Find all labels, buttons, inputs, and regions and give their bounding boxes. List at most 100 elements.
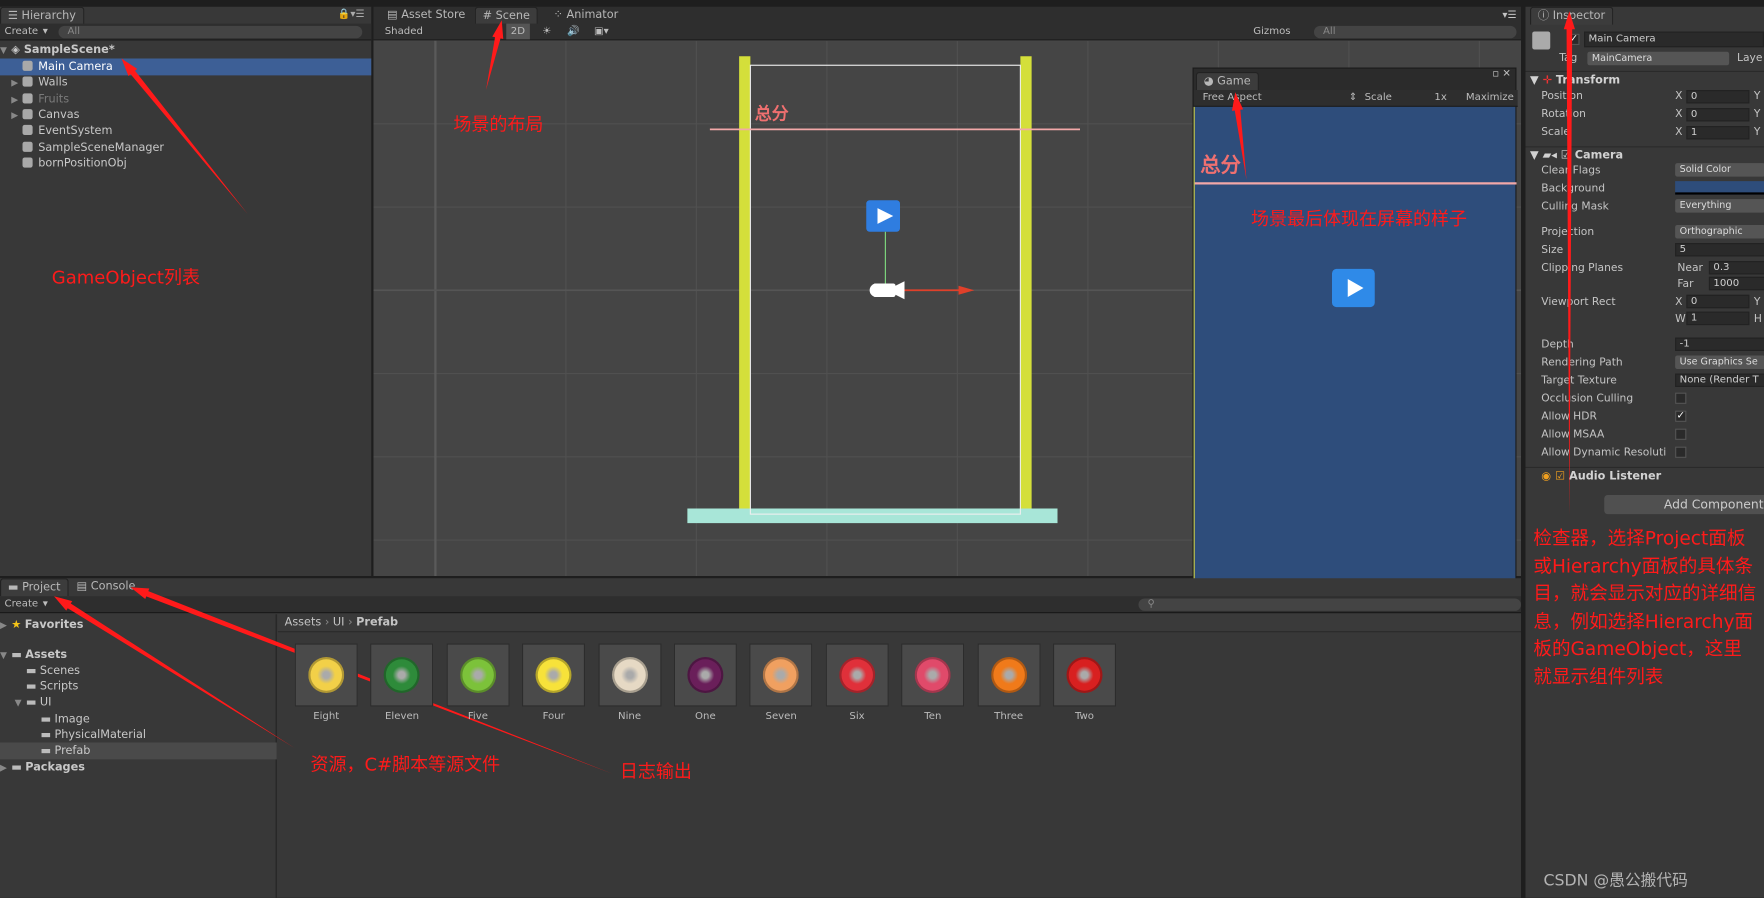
expand-arrow-icon[interactable]: ▶: [11, 107, 22, 124]
project-tree-item[interactable]: ▬ PhysicalMaterial: [0, 727, 277, 744]
project-tree-item[interactable]: ▶ ▬ Packages: [0, 759, 277, 776]
scene-search-input[interactable]: All: [1314, 25, 1517, 39]
hierarchy-item-label: EventSystem: [38, 125, 113, 138]
expand-arrow-icon[interactable]: ▶: [0, 617, 11, 634]
aspect-dropdown[interactable]: Free Aspect: [1203, 90, 1262, 106]
clear-flags-dropdown[interactable]: Solid Color: [1675, 163, 1764, 177]
prefab-asset[interactable]: Three: [977, 643, 1041, 722]
prefab-asset[interactable]: Eight: [294, 643, 358, 722]
audio-icon[interactable]: 🔊: [567, 24, 580, 40]
tag-dropdown[interactable]: MainCamera: [1587, 51, 1730, 66]
object-name-input[interactable]: Main Camera: [1584, 31, 1764, 48]
prefab-asset[interactable]: Seven: [749, 643, 813, 722]
prefab-asset[interactable]: Eleven: [370, 643, 434, 722]
msaa-checkbox[interactable]: [1675, 428, 1687, 440]
expand-arrow-icon[interactable]: ▶: [11, 75, 22, 92]
hierarchy-item[interactable]: Main Camera: [0, 58, 372, 76]
2d-toggle[interactable]: 2D: [506, 23, 530, 40]
camera-header[interactable]: ▼ ▰◂ ☑ Camera: [1525, 146, 1764, 164]
near-input[interactable]: 0.3: [1708, 261, 1764, 275]
culling-dropdown[interactable]: Everything: [1675, 199, 1764, 213]
viewport-x-input[interactable]: 0: [1686, 294, 1750, 309]
expand-arrow-icon[interactable]: ▶: [0, 759, 11, 776]
projection-dropdown[interactable]: Orthographic: [1675, 225, 1764, 239]
chevron-down-icon: ▾: [42, 25, 48, 38]
info-icon: ⓘ: [1537, 10, 1553, 23]
game-toolbar: Free Aspect ⇕ Scale 1x Maximize: [1193, 90, 1518, 124]
dynres-checkbox[interactable]: [1675, 446, 1687, 458]
panel-menu-icon[interactable]: ▾☰: [1502, 10, 1516, 21]
project-tree-item[interactable]: ▶ ★ Favorites: [0, 617, 277, 634]
panel-menu-icon[interactable]: 🔒▾☰: [338, 9, 365, 20]
tab-console[interactable]: ▤ Console: [70, 578, 142, 596]
tree-item-label: Prefab: [54, 744, 91, 758]
prefab-asset[interactable]: Five: [446, 643, 510, 722]
transform-x-input[interactable]: 0: [1686, 108, 1750, 122]
prefab-asset[interactable]: Six: [825, 643, 889, 722]
expand-arrow-icon[interactable]: ▼: [0, 647, 11, 664]
hierarchy-item[interactable]: ▶ Canvas: [0, 107, 371, 124]
prefab-asset[interactable]: Nine: [598, 643, 662, 722]
axis-label: W: [1675, 312, 1686, 326]
maximize-toggle[interactable]: Maximize: [1466, 90, 1514, 106]
tab-asset-store[interactable]: ▤ Asset Store: [380, 7, 472, 25]
create-button[interactable]: Create: [5, 24, 39, 40]
transform-header[interactable]: ▼ ✛ Transform: [1525, 70, 1764, 89]
occlusion-checkbox[interactable]: [1675, 392, 1687, 404]
prefab-asset[interactable]: One: [673, 643, 737, 722]
add-component-button[interactable]: Add Component: [1604, 495, 1764, 515]
shading-dropdown[interactable]: Shaded: [385, 24, 423, 40]
project-tree-item[interactable]: ▬ Scenes: [0, 663, 277, 680]
audio-listener-header[interactable]: ◉ ☑ Audio Listener: [1525, 466, 1764, 485]
project-tree-item[interactable]: ▬ Image: [0, 711, 277, 728]
tab-animator[interactable]: ⁘ Animator: [547, 7, 625, 25]
hierarchy-item-label: Main Camera: [38, 60, 113, 74]
transform-row-label: Rotation: [1541, 108, 1586, 121]
project-tree-item[interactable]: ▼ ▬ UI: [0, 694, 277, 711]
size-input[interactable]: 5: [1675, 243, 1764, 257]
tab-scene[interactable]: # Scene: [474, 6, 538, 25]
game-view[interactable]: 总分: [1193, 106, 1517, 637]
effects-icon[interactable]: ▣▾: [594, 24, 609, 40]
rendering-dropdown[interactable]: Use Graphics Se: [1675, 355, 1764, 369]
project-search-input[interactable]: ⚲: [1138, 598, 1521, 611]
breadcrumb: Assets › UI › Prefab: [277, 614, 1521, 633]
background-color-swatch[interactable]: [1675, 181, 1764, 195]
hierarchy-search-input[interactable]: All: [58, 25, 363, 39]
hierarchy-item[interactable]: ▶ Fruits: [0, 91, 371, 108]
depth-input[interactable]: -1: [1675, 337, 1764, 351]
transform-x-input[interactable]: 0: [1686, 90, 1750, 104]
hierarchy-item[interactable]: ▶ Walls: [0, 75, 371, 92]
tab-project[interactable]: ▬ Project: [0, 578, 69, 597]
prefab-asset[interactable]: Four: [522, 643, 586, 722]
tab-inspector[interactable]: ⓘ Inspector: [1530, 6, 1614, 25]
breadcrumb-prefab[interactable]: Prefab: [356, 617, 398, 629]
breadcrumb-ui[interactable]: UI: [333, 617, 345, 629]
prefab-asset[interactable]: Ten: [901, 643, 965, 722]
project-tree-item[interactable]: ▼ ▬ Assets: [0, 647, 277, 664]
far-input[interactable]: 1000: [1708, 276, 1764, 291]
project-tree-item[interactable]: ▬ Scripts: [0, 678, 277, 695]
wall-left: [739, 56, 751, 512]
hdr-checkbox[interactable]: ✓: [1675, 410, 1687, 422]
scene-root[interactable]: ▼ ◈ SampleScene*: [0, 42, 371, 59]
expand-arrow-icon[interactable]: ▶: [11, 91, 22, 108]
gizmos-dropdown[interactable]: Gizmos: [1253, 24, 1290, 40]
near-label: Near: [1677, 262, 1703, 275]
viewport-w-input[interactable]: 1: [1686, 311, 1750, 326]
hierarchy-item[interactable]: SampleSceneManager: [0, 139, 371, 156]
lighting-icon[interactable]: ☀: [542, 24, 551, 40]
prefab-asset[interactable]: Two: [1053, 643, 1116, 722]
expand-arrow-icon[interactable]: ▼: [15, 694, 26, 711]
breadcrumb-assets[interactable]: Assets: [285, 617, 322, 629]
hierarchy-item[interactable]: EventSystem: [0, 123, 371, 140]
target-input[interactable]: None (Render T: [1675, 373, 1764, 387]
active-checkbox[interactable]: ✓: [1568, 33, 1580, 45]
transform-x-input[interactable]: 1: [1686, 126, 1750, 140]
project-tree-item[interactable]: ▬ Prefab: [0, 742, 277, 760]
tab-hierarchy[interactable]: ☰ Hierarchy: [0, 6, 84, 25]
hierarchy-item[interactable]: bornPositionObj: [0, 155, 371, 172]
window-controls[interactable]: ▫ ✕: [1492, 69, 1511, 80]
tab-game[interactable]: ◕ Game: [1195, 72, 1259, 90]
create-button[interactable]: Create: [5, 596, 39, 612]
